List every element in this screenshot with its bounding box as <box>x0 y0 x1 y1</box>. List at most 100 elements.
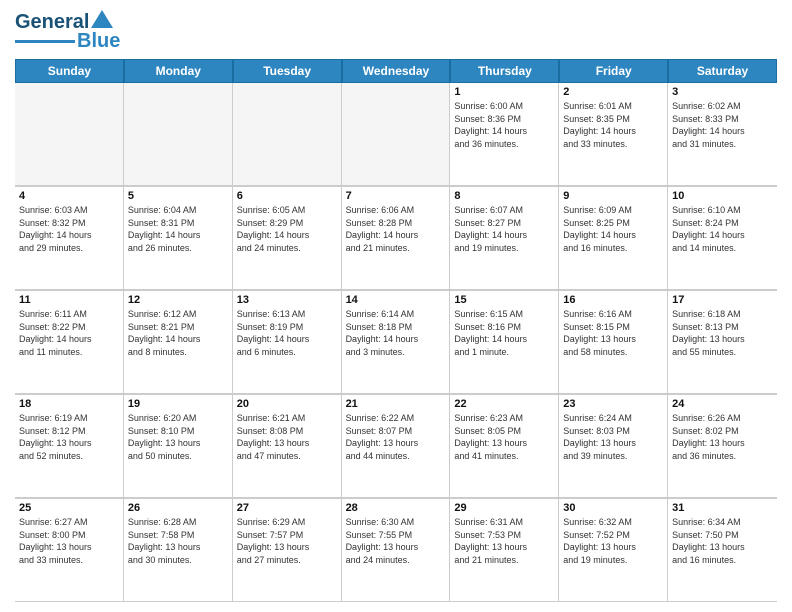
cell-info: Sunrise: 6:01 AM Sunset: 8:35 PM Dayligh… <box>563 100 663 150</box>
logo-icon <box>91 10 113 32</box>
cell-info: Sunrise: 6:21 AM Sunset: 8:08 PM Dayligh… <box>237 412 337 462</box>
cell-info: Sunrise: 6:14 AM Sunset: 8:18 PM Dayligh… <box>346 308 446 358</box>
day-number: 17 <box>672 294 773 306</box>
calendar-body: 1 Sunrise: 6:00 AM Sunset: 8:36 PM Daylig… <box>15 83 777 602</box>
cell-info: Sunrise: 6:07 AM Sunset: 8:27 PM Dayligh… <box>454 204 554 254</box>
day-number: 26 <box>128 502 228 514</box>
cell-info: Sunrise: 6:13 AM Sunset: 8:19 PM Dayligh… <box>237 308 337 358</box>
day-number: 25 <box>19 502 119 514</box>
cell-info: Sunrise: 6:22 AM Sunset: 8:07 PM Dayligh… <box>346 412 446 462</box>
calendar-cell <box>15 83 124 186</box>
calendar-cell: 11 Sunrise: 6:11 AM Sunset: 8:22 PM Dayli… <box>15 291 124 394</box>
header-tuesday: Tuesday <box>233 59 342 83</box>
cell-info: Sunrise: 6:04 AM Sunset: 8:31 PM Dayligh… <box>128 204 228 254</box>
calendar-cell: 5 Sunrise: 6:04 AM Sunset: 8:31 PM Daylig… <box>124 187 233 290</box>
day-number: 1 <box>454 86 554 98</box>
day-number: 7 <box>346 190 446 202</box>
calendar-cell: 9 Sunrise: 6:09 AM Sunset: 8:25 PM Daylig… <box>559 187 668 290</box>
cell-info: Sunrise: 6:09 AM Sunset: 8:25 PM Dayligh… <box>563 204 663 254</box>
calendar-cell: 15 Sunrise: 6:15 AM Sunset: 8:16 PM Dayli… <box>450 291 559 394</box>
day-number: 13 <box>237 294 337 306</box>
header-friday: Friday <box>559 59 668 83</box>
day-number: 16 <box>563 294 663 306</box>
calendar-cell: 3 Sunrise: 6:02 AM Sunset: 8:33 PM Daylig… <box>668 83 777 186</box>
calendar-cell: 27 Sunrise: 6:29 AM Sunset: 7:57 PM Dayli… <box>233 499 342 602</box>
cell-info: Sunrise: 6:26 AM Sunset: 8:02 PM Dayligh… <box>672 412 773 462</box>
cell-info: Sunrise: 6:11 AM Sunset: 8:22 PM Dayligh… <box>19 308 119 358</box>
calendar-cell <box>342 83 451 186</box>
day-number: 29 <box>454 502 554 514</box>
calendar-cell: 29 Sunrise: 6:31 AM Sunset: 7:53 PM Dayli… <box>450 499 559 602</box>
cell-info: Sunrise: 6:23 AM Sunset: 8:05 PM Dayligh… <box>454 412 554 462</box>
day-number: 14 <box>346 294 446 306</box>
day-number: 10 <box>672 190 773 202</box>
calendar-cell: 10 Sunrise: 6:10 AM Sunset: 8:24 PM Dayli… <box>668 187 777 290</box>
calendar-cell: 8 Sunrise: 6:07 AM Sunset: 8:27 PM Daylig… <box>450 187 559 290</box>
cell-info: Sunrise: 6:34 AM Sunset: 7:50 PM Dayligh… <box>672 516 773 566</box>
header-thursday: Thursday <box>450 59 559 83</box>
cell-info: Sunrise: 6:00 AM Sunset: 8:36 PM Dayligh… <box>454 100 554 150</box>
cell-info: Sunrise: 6:18 AM Sunset: 8:13 PM Dayligh… <box>672 308 773 358</box>
page: General Blue Sunday Monday Tuesday Wedne… <box>0 0 792 612</box>
calendar-week-4: 18 Sunrise: 6:19 AM Sunset: 8:12 PM Dayli… <box>15 395 777 499</box>
cell-info: Sunrise: 6:29 AM Sunset: 7:57 PM Dayligh… <box>237 516 337 566</box>
day-number: 15 <box>454 294 554 306</box>
day-number: 31 <box>672 502 773 514</box>
calendar-cell: 25 Sunrise: 6:27 AM Sunset: 8:00 PM Dayli… <box>15 499 124 602</box>
day-number: 3 <box>672 86 773 98</box>
calendar-cell: 24 Sunrise: 6:26 AM Sunset: 8:02 PM Dayli… <box>668 395 777 498</box>
calendar-cell <box>124 83 233 186</box>
header-saturday: Saturday <box>668 59 777 83</box>
day-number: 24 <box>672 398 773 410</box>
calendar-cell: 2Sunrise: 6:01 AM Sunset: 8:35 PM Daylig… <box>559 83 668 186</box>
day-number: 22 <box>454 398 554 410</box>
day-number: 21 <box>346 398 446 410</box>
day-number: 27 <box>237 502 337 514</box>
header-wednesday: Wednesday <box>342 59 451 83</box>
cell-info: Sunrise: 6:24 AM Sunset: 8:03 PM Dayligh… <box>563 412 663 462</box>
calendar-cell: 6 Sunrise: 6:05 AM Sunset: 8:29 PM Daylig… <box>233 187 342 290</box>
cell-info: Sunrise: 6:16 AM Sunset: 8:15 PM Dayligh… <box>563 308 663 358</box>
calendar-week-5: 25 Sunrise: 6:27 AM Sunset: 8:00 PM Dayli… <box>15 499 777 602</box>
day-number: 28 <box>346 502 446 514</box>
day-number: 12 <box>128 294 228 306</box>
calendar-cell: 21 Sunrise: 6:22 AM Sunset: 8:07 PM Dayli… <box>342 395 451 498</box>
day-number: 9 <box>563 190 663 202</box>
day-number: 6 <box>237 190 337 202</box>
cell-info: Sunrise: 6:02 AM Sunset: 8:33 PM Dayligh… <box>672 100 773 150</box>
calendar-cell: 26Sunrise: 6:28 AM Sunset: 7:58 PM Dayli… <box>124 499 233 602</box>
calendar-cell: 1 Sunrise: 6:00 AM Sunset: 8:36 PM Daylig… <box>450 83 559 186</box>
day-number: 5 <box>128 190 228 202</box>
calendar-cell: 17 Sunrise: 6:18 AM Sunset: 8:13 PM Dayli… <box>668 291 777 394</box>
cell-info: Sunrise: 6:27 AM Sunset: 8:00 PM Dayligh… <box>19 516 119 566</box>
day-number: 18 <box>19 398 119 410</box>
cell-info: Sunrise: 6:05 AM Sunset: 8:29 PM Dayligh… <box>237 204 337 254</box>
calendar-header: Sunday Monday Tuesday Wednesday Thursday… <box>15 59 777 83</box>
cell-info: Sunrise: 6:10 AM Sunset: 8:24 PM Dayligh… <box>672 204 773 254</box>
day-number: 20 <box>237 398 337 410</box>
cell-info: Sunrise: 6:31 AM Sunset: 7:53 PM Dayligh… <box>454 516 554 566</box>
calendar-cell: 22 Sunrise: 6:23 AM Sunset: 8:05 PM Dayli… <box>450 395 559 498</box>
calendar-cell: 16 Sunrise: 6:16 AM Sunset: 8:15 PM Dayli… <box>559 291 668 394</box>
day-number: 8 <box>454 190 554 202</box>
cell-info: Sunrise: 6:20 AM Sunset: 8:10 PM Dayligh… <box>128 412 228 462</box>
cell-info: Sunrise: 6:30 AM Sunset: 7:55 PM Dayligh… <box>346 516 446 566</box>
calendar: Sunday Monday Tuesday Wednesday Thursday… <box>15 59 777 602</box>
day-number: 11 <box>19 294 119 306</box>
header-sunday: Sunday <box>15 59 124 83</box>
calendar-cell: 14 Sunrise: 6:14 AM Sunset: 8:18 PM Dayli… <box>342 291 451 394</box>
calendar-cell: 13 Sunrise: 6:13 AM Sunset: 8:19 PM Dayli… <box>233 291 342 394</box>
day-number: 19 <box>128 398 228 410</box>
day-number: 4 <box>19 190 119 202</box>
calendar-cell: 4Sunrise: 6:03 AM Sunset: 8:32 PM Daylig… <box>15 187 124 290</box>
calendar-week-1: 1 Sunrise: 6:00 AM Sunset: 8:36 PM Daylig… <box>15 83 777 187</box>
logo-text2: Blue <box>77 30 120 53</box>
calendar-cell: 18 Sunrise: 6:19 AM Sunset: 8:12 PM Dayli… <box>15 395 124 498</box>
header-monday: Monday <box>124 59 233 83</box>
cell-info: Sunrise: 6:19 AM Sunset: 8:12 PM Dayligh… <box>19 412 119 462</box>
day-number: 23 <box>563 398 663 410</box>
calendar-cell: 7Sunrise: 6:06 AM Sunset: 8:28 PM Daylig… <box>342 187 451 290</box>
calendar-cell: 20 Sunrise: 6:21 AM Sunset: 8:08 PM Dayli… <box>233 395 342 498</box>
day-number: 30 <box>563 502 663 514</box>
cell-info: Sunrise: 6:15 AM Sunset: 8:16 PM Dayligh… <box>454 308 554 358</box>
